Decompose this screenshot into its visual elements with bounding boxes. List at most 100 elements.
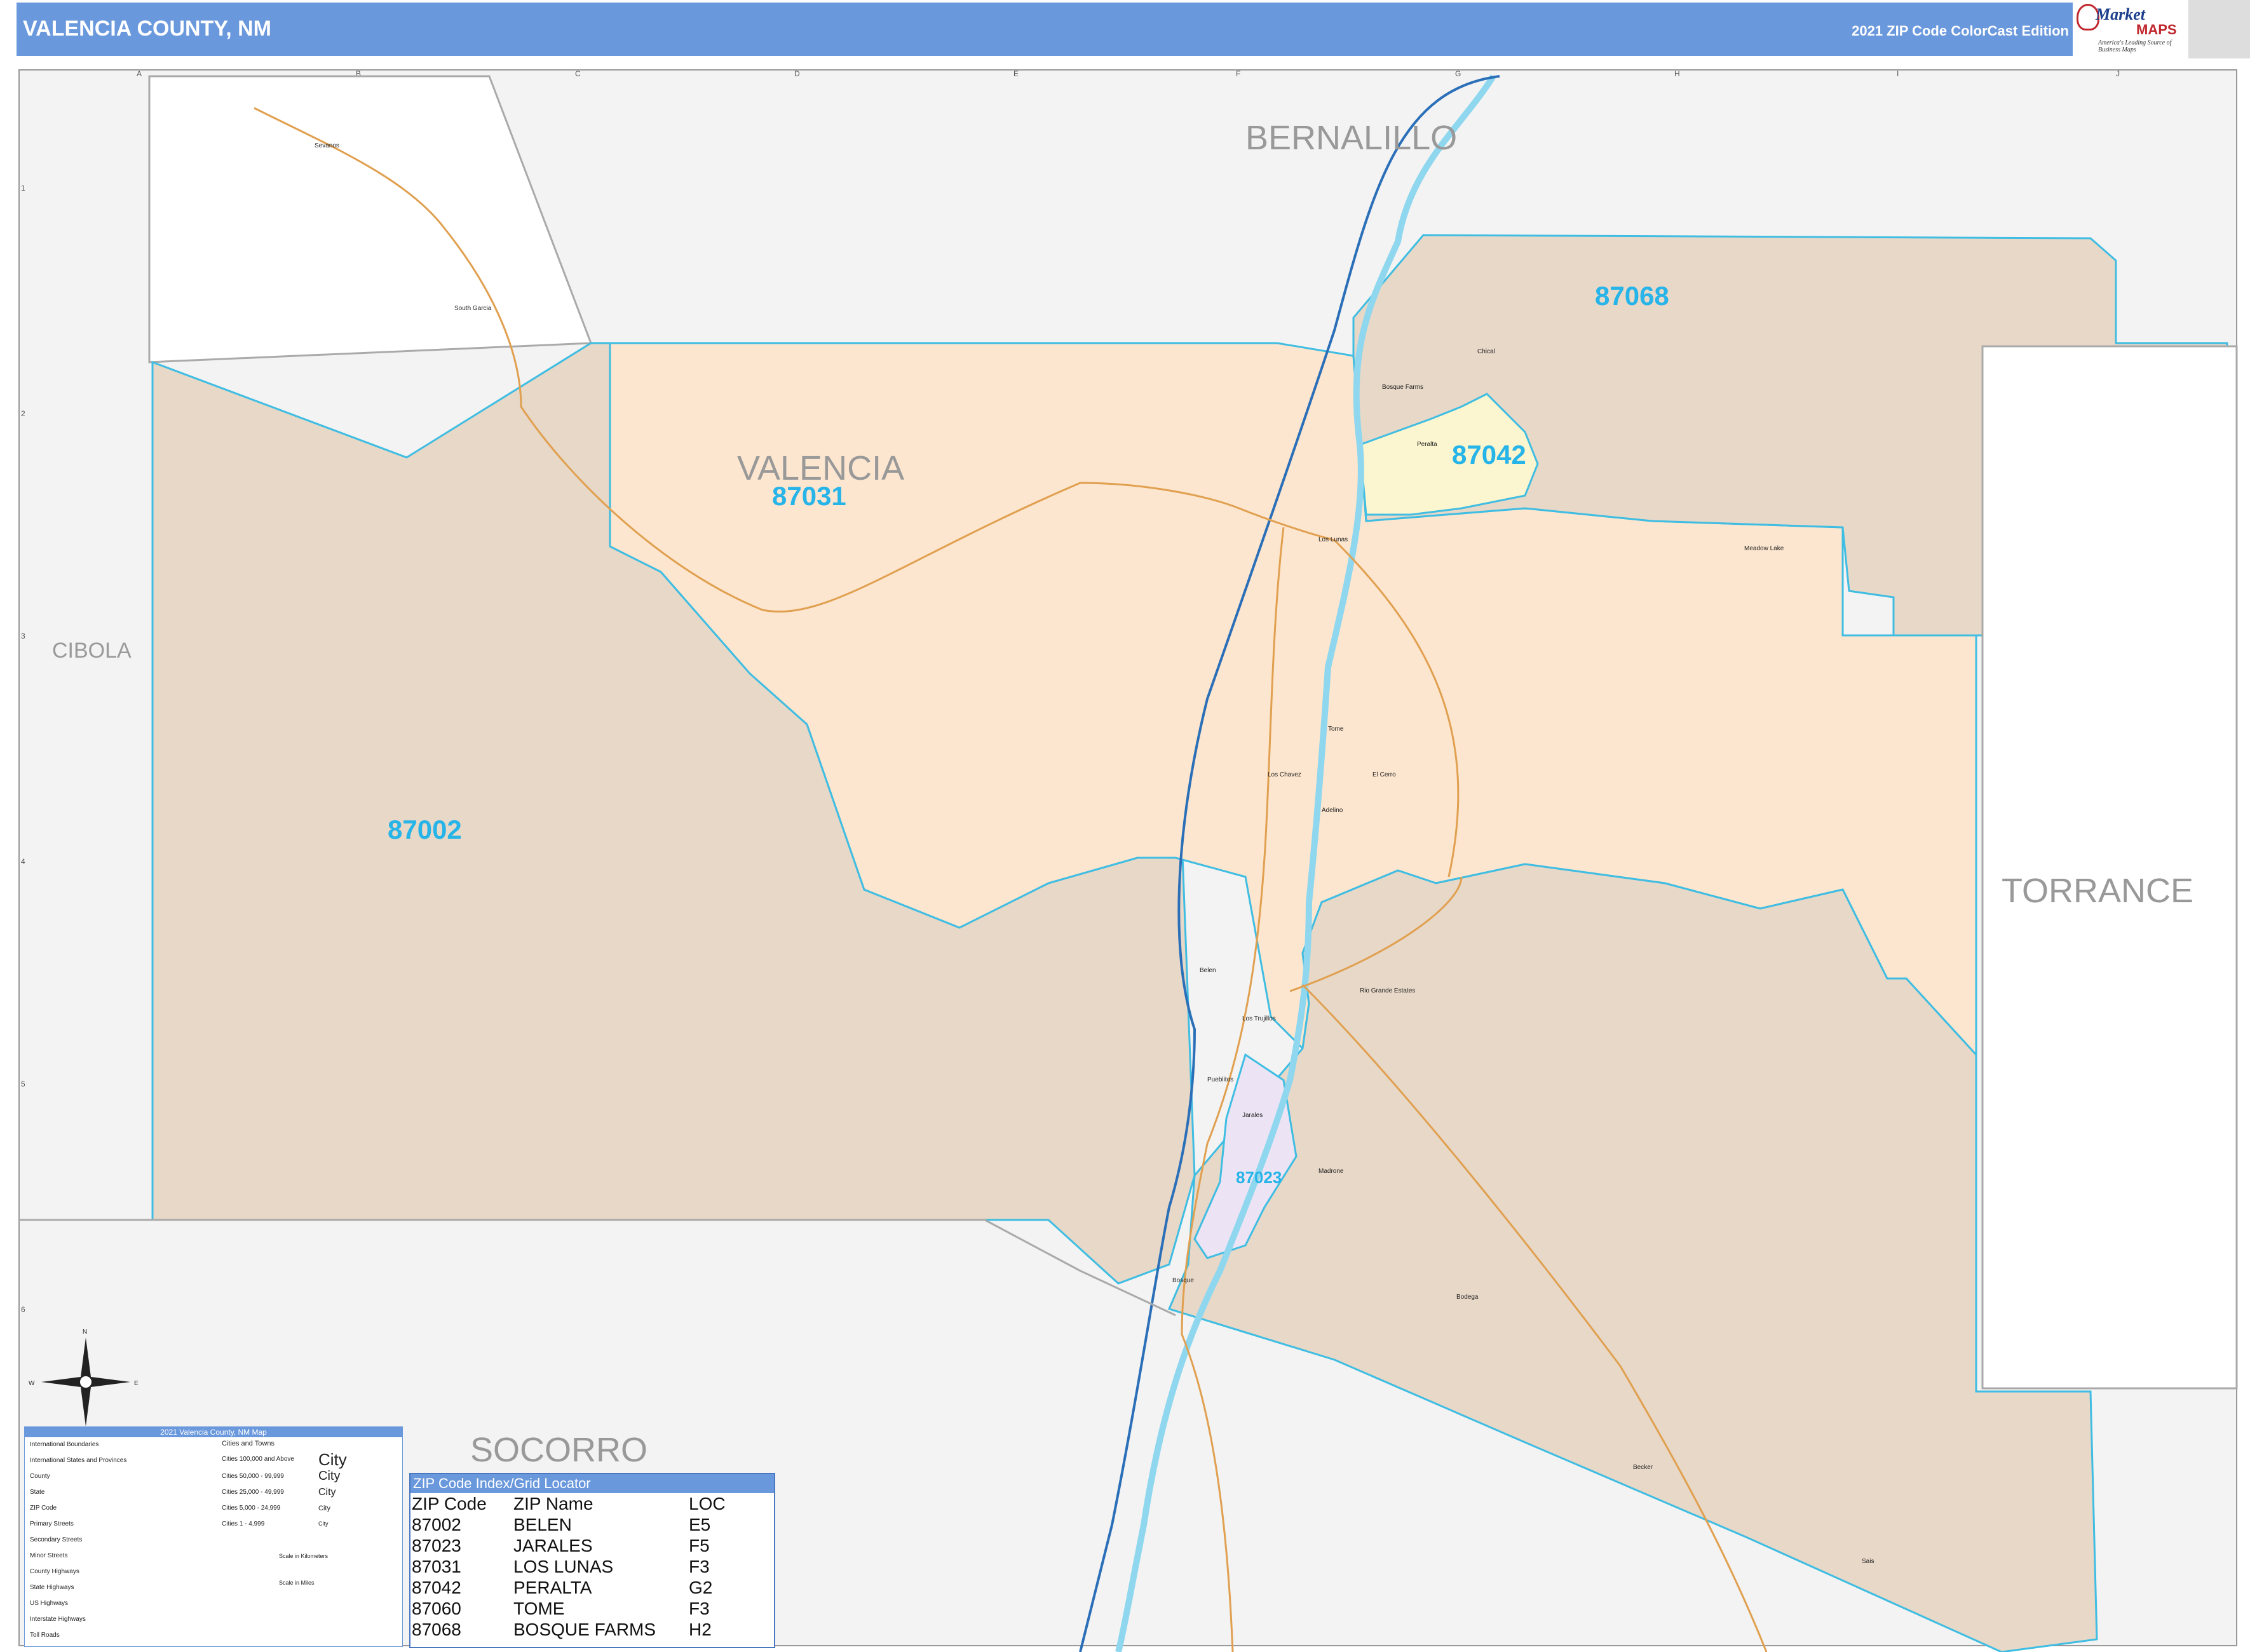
legend-scale-mi: Scale in Miles	[279, 1580, 315, 1586]
legend-city-sample: City	[318, 1487, 336, 1498]
zip-code-cell: 87060	[412, 1599, 461, 1618]
zip-code-cell: 87068	[412, 1620, 461, 1639]
town-chical: Chical	[1477, 348, 1495, 355]
zip-name-cell: BELEN	[513, 1515, 572, 1534]
town-el-cerro: El Cerro	[1372, 771, 1396, 778]
grid-col-j: J	[2116, 69, 2120, 78]
zip-index-title: ZIP Code Index/Grid Locator	[410, 1474, 774, 1493]
zip-label-87042: 87042	[1452, 440, 1526, 470]
zip-code-index: ZIP Code Index/Grid Locator ZIP Code ZIP…	[409, 1473, 775, 1648]
county-label-bernalillo: BERNALILLO	[1245, 119, 1457, 157]
legend-city-sample: City	[318, 1505, 330, 1512]
zip-label-87023: 87023	[1236, 1168, 1282, 1187]
town-jarales: Jarales	[1242, 1112, 1263, 1119]
zip-loc-cell: G2	[689, 1578, 713, 1597]
map-legend: 2021 Valencia County, NM Map Internation…	[24, 1426, 403, 1647]
legend-city-sample: City	[318, 1450, 347, 1469]
town-los-trujillos: Los Trujillos	[1242, 1015, 1276, 1022]
grid-col-f: F	[1236, 69, 1240, 78]
legend-item: State Highways	[30, 1584, 74, 1591]
grid-col-h: H	[1674, 69, 1680, 78]
town-los-lunas: Los Lunas	[1318, 536, 1348, 543]
legend-city-item: Cities 50,000 - 99,999	[222, 1473, 284, 1480]
torrance-area	[1981, 345, 2238, 1390]
grid-col-e: E	[1013, 69, 1019, 78]
table-row: 87031 LOS LUNAS F3	[410, 1556, 774, 1577]
grid-row-2: 2	[21, 409, 25, 418]
zip-code-cell: 87031	[412, 1557, 461, 1576]
legend-item: Toll Roads	[30, 1632, 60, 1639]
legend-item: Primary Streets	[30, 1520, 74, 1527]
county-label-cibola: CIBOLA	[52, 639, 132, 663]
town-sais: Sais	[1862, 1558, 1874, 1565]
grid-col-i: I	[1897, 69, 1899, 78]
table-row: 87023 JARALES F5	[410, 1535, 774, 1556]
table-row: 87060 TOME F3	[410, 1598, 774, 1619]
grid-row-4: 4	[21, 857, 25, 866]
zip-index-header-row: ZIP Code ZIP Name LOC	[410, 1493, 774, 1514]
legend-item: Secondary Streets	[30, 1536, 83, 1543]
county-label-socorro: SOCORRO	[470, 1431, 647, 1469]
legend-item: County	[30, 1473, 50, 1480]
grid-row-5: 5	[21, 1080, 25, 1088]
zip-loc-cell: F3	[689, 1599, 710, 1618]
town-belen: Belen	[1200, 967, 1216, 974]
town-south-garcia: South Garcia	[454, 305, 492, 312]
legend-scale-km: Scale in Kilometers	[279, 1553, 329, 1559]
town-adelino: Adelino	[1322, 807, 1343, 814]
town-bosque-farms: Bosque Farms	[1382, 384, 1423, 391]
compass-n: N	[83, 1329, 87, 1336]
zip-name-cell: LOS LUNAS	[513, 1557, 614, 1576]
table-row: 87042 PERALTA G2	[410, 1577, 774, 1598]
legend-item: Minor Streets	[30, 1552, 68, 1559]
legend-item: State	[30, 1489, 45, 1496]
town-sevanos: Sevanos	[315, 142, 339, 149]
zip-name-cell: PERALTA	[513, 1578, 592, 1597]
legend-city-item: Cities 100,000 and Above	[222, 1456, 294, 1463]
grid-col-g: G	[1455, 69, 1461, 78]
legend-city-sample: City	[318, 1469, 341, 1483]
compass-w: W	[29, 1380, 35, 1387]
zip-loc-cell: E5	[689, 1515, 711, 1534]
county-map[interactable]: A B C D E F G H I J 1 2 3 4 5 6 BERNALIL…	[0, 0, 2250, 1652]
grid-row-1: 1	[21, 184, 25, 193]
legend-item: Interstate Highways	[30, 1616, 86, 1623]
legend-item: International States and Provinces	[30, 1457, 127, 1464]
zip-name-cell: TOME	[513, 1599, 565, 1618]
zip-loc-cell: F3	[689, 1557, 710, 1576]
town-meadow-lake: Meadow Lake	[1744, 545, 1784, 552]
zip-code-cell: 87042	[412, 1578, 461, 1597]
zip-name-cell: BOSQUE FARMS	[513, 1620, 656, 1639]
zip-label-87031: 87031	[772, 481, 846, 511]
county-label-torrance: TORRANCE	[2002, 872, 2193, 910]
grid-col-a: A	[137, 69, 142, 78]
zip-code-cell: 87023	[412, 1536, 461, 1555]
zip-index-header: LOC	[689, 1494, 726, 1513]
legend-city-sample: City	[318, 1520, 329, 1527]
grid-row-3: 3	[21, 632, 25, 640]
town-tome: Tome	[1328, 726, 1344, 733]
table-row: 87002 BELEN E5	[410, 1514, 774, 1535]
zip-name-cell: JARALES	[513, 1536, 593, 1555]
legend-cities-header: Cities and Towns	[222, 1440, 274, 1447]
zip-loc-cell: H2	[689, 1620, 712, 1639]
legend-city-item: Cities 25,000 - 49,999	[222, 1489, 284, 1496]
compass-e: E	[134, 1380, 139, 1387]
town-madrone: Madrone	[1318, 1168, 1344, 1175]
legend-item: ZIP Code	[30, 1505, 57, 1512]
town-bodega: Bodega	[1456, 1294, 1479, 1301]
legend-city-item: Cities 5,000 - 24,999	[222, 1505, 281, 1512]
zip-label-87068: 87068	[1595, 281, 1669, 311]
zip-code-cell: 87002	[412, 1515, 461, 1534]
zip-label-87002: 87002	[388, 815, 462, 844]
zip-index-header: ZIP Name	[513, 1494, 593, 1513]
town-los-chavez: Los Chavez	[1268, 771, 1301, 778]
legend-title: 2021 Valencia County, NM Map	[25, 1427, 402, 1437]
town-pueblitos: Pueblitos	[1207, 1076, 1233, 1083]
town-becker: Becker	[1633, 1464, 1653, 1471]
town-bosque: Bosque	[1172, 1277, 1194, 1284]
table-row: 87068 BOSQUE FARMS H2	[410, 1619, 774, 1640]
grid-row-6: 6	[21, 1305, 25, 1314]
grid-col-d: D	[794, 69, 800, 78]
legend-city-item: Cities 1 - 4,999	[222, 1520, 265, 1527]
